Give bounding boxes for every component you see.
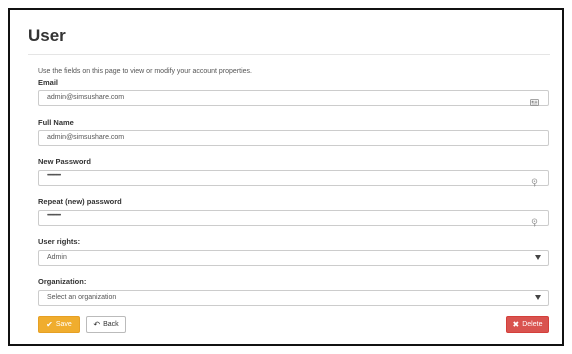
key-icon xyxy=(530,214,539,227)
reply-arrow-icon: ↶ xyxy=(93,319,101,329)
page-title: User xyxy=(28,26,66,45)
repeat-password-label: Repeat (new) password xyxy=(38,197,122,206)
email-value: admin@simsushare.com xyxy=(47,94,125,101)
delete-button-label: Delete xyxy=(522,321,543,328)
new-password-value: •••••••••••• xyxy=(47,173,61,179)
chevron-down-icon xyxy=(535,255,541,260)
email-label: Email xyxy=(38,78,59,87)
full-name-label: Full Name xyxy=(38,118,74,127)
checkmark-icon: ✔ xyxy=(46,319,53,329)
new-password-field[interactable]: •••••••••••• xyxy=(38,170,549,187)
save-button-label: Save xyxy=(55,321,72,328)
back-button[interactable]: ↶ Back xyxy=(86,316,126,333)
save-button[interactable]: ✔ Save xyxy=(38,316,80,333)
new-password-label: New Password xyxy=(38,157,91,166)
organization-placeholder: Select an organization xyxy=(47,294,117,301)
email-field[interactable]: admin@simsushare.com xyxy=(38,90,549,106)
key-icon xyxy=(530,174,539,187)
delete-button[interactable]: ✖ Delete xyxy=(506,316,549,333)
repeat-password-value: •••••••••••• xyxy=(47,213,61,219)
organization-select[interactable]: Select an organization xyxy=(38,290,549,306)
full-name-field[interactable]: admin@simsushare.com xyxy=(38,130,549,146)
full-name-value: admin@simsushare.com xyxy=(47,134,125,141)
user-rights-select[interactable]: Admin xyxy=(38,250,549,266)
times-icon: ✖ xyxy=(512,319,520,329)
contact-card-icon xyxy=(530,94,539,106)
user-rights-label: User rights: xyxy=(38,237,81,246)
organization-label: Organization: xyxy=(38,277,87,286)
chevron-down-icon xyxy=(535,295,541,300)
repeat-password-field[interactable]: •••••••••••• xyxy=(38,210,549,227)
page-intro-text: Use the fields on this page to view or m… xyxy=(38,68,252,75)
back-button-label: Back xyxy=(103,321,119,328)
title-divider xyxy=(28,54,550,55)
user-rights-selected: Admin xyxy=(47,254,67,261)
